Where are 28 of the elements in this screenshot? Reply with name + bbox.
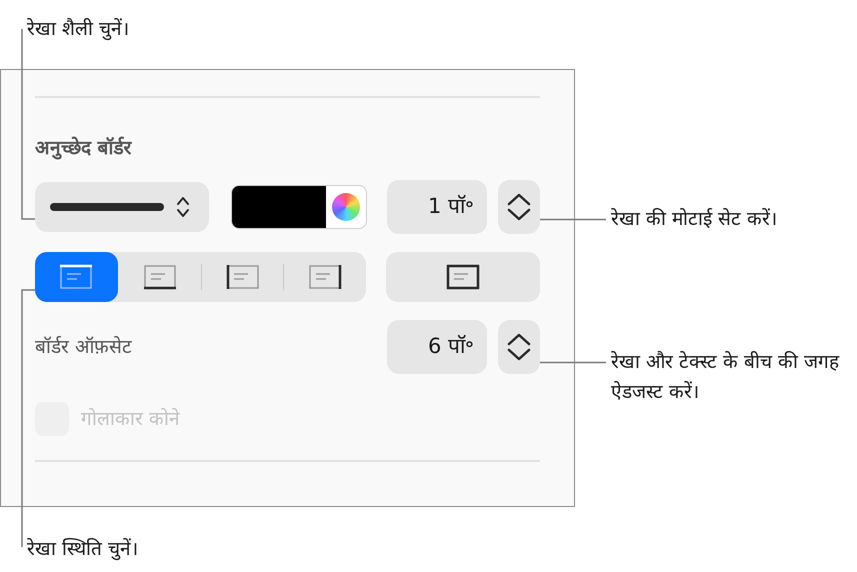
offset-label: बॉर्डर ऑफ़सेट: [35, 334, 134, 360]
color-wheel-icon: [332, 193, 360, 221]
stepper[interactable]: [498, 320, 540, 374]
offset-field[interactable]: 6 पॉ॰: [387, 320, 487, 374]
chevron-down-icon: [506, 208, 532, 222]
bottom-border-icon: [142, 264, 177, 290]
stepper[interactable]: [498, 180, 540, 234]
outline-border-button[interactable]: [386, 252, 540, 302]
leader-line: [540, 218, 606, 221]
left-border-icon: [226, 264, 260, 290]
solid-line-icon: [50, 202, 164, 212]
callout-text: रेखा और टेक्स्ट के बीच की जगह ऐडजस्ट करें।: [611, 350, 840, 405]
border-position-button[interactable]: [35, 252, 118, 302]
callout-text: रेखा की मोटाई सेट करें।: [611, 207, 778, 232]
callout-text: रेखा स्थिति चुनें।: [27, 537, 138, 562]
box-border-icon: [446, 264, 480, 290]
up-down-chevron-icon: [176, 195, 190, 219]
line-style-dropdown[interactable]: [35, 182, 209, 232]
leader-line: [540, 361, 606, 364]
thickness-field[interactable]: 1 पॉ॰: [387, 180, 487, 234]
callout-text: रेखा शैली चुनें।: [27, 17, 130, 42]
right-border-icon: [308, 264, 342, 290]
chevron-down-icon: [506, 348, 532, 362]
color-well[interactable]: [230, 185, 368, 229]
top-border-icon: [59, 264, 94, 290]
chevron-up-icon: [506, 332, 532, 346]
section-heading: अनुच्छेद बॉर्डर: [35, 136, 133, 162]
chevron-up-icon: [506, 192, 532, 206]
